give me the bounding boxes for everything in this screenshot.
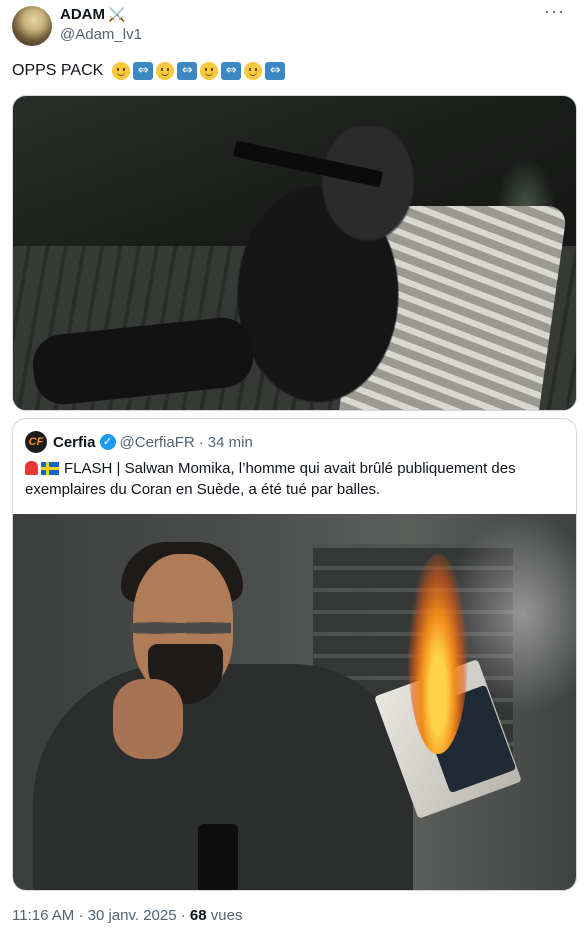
crossed-swords-icon: ⚔️ [108, 6, 126, 22]
tweet-date[interactable]: 30 janv. 2025 [88, 907, 177, 924]
views-label: vues [210, 907, 243, 924]
tweet-text-content: OPPS PACK [12, 62, 104, 79]
left-right-arrow-icon: ⇔ [265, 62, 286, 80]
author-handle[interactable]: @Adam_lv1 [60, 26, 142, 44]
image-phone-on-tripod [198, 824, 238, 890]
tweet-time[interactable]: 11:16 AM [12, 907, 74, 924]
sweden-flag-icon [41, 462, 59, 475]
tweet-text: OPPS PACK ⇔ ⇔ ⇔ ⇔ [12, 60, 286, 82]
quoted-tweet-card[interactable]: CF Cerfia ✓ @CerfiaFR · 34 min FLASH | S… [12, 418, 577, 891]
tweet-header: ADAM ⚔️ @Adam_lv1 ··· [12, 2, 573, 46]
verified-badge-icon: ✓ [99, 434, 116, 450]
slightly-smiling-face-icon [244, 62, 263, 80]
views-count: 68 [189, 907, 207, 924]
left-right-arrow-icon: ⇔ [133, 62, 154, 80]
image-sunglasses [131, 619, 231, 637]
slightly-smiling-face-icon [156, 62, 175, 80]
quoted-author-name[interactable]: Cerfia [53, 434, 96, 451]
dot-separator: · [198, 433, 204, 451]
quoted-tweet-text: FLASH | Salwan Momika, l’homme qui avait… [25, 458, 565, 500]
slightly-smiling-face-icon [200, 62, 219, 80]
author-avatar[interactable] [12, 6, 52, 46]
cerfia-logo-avatar[interactable]: CF [25, 431, 47, 453]
tweet-image-man-in-chair[interactable] [12, 95, 577, 411]
quoted-tweet-header: CF Cerfia ✓ @CerfiaFR · 34 min [25, 431, 253, 453]
slightly-smiling-face-icon [112, 62, 131, 80]
author-display-name[interactable]: ADAM [60, 6, 105, 23]
quoted-tweet-text-content: FLASH | Salwan Momika, l’homme qui avait… [25, 460, 516, 498]
more-options-icon[interactable]: ··· [544, 2, 565, 20]
quoted-tweet-image-burning-book[interactable] [13, 514, 576, 890]
quoted-tweet-time[interactable]: 34 min [208, 434, 253, 451]
left-right-arrow-icon: ⇔ [221, 62, 242, 80]
police-car-light-icon [25, 461, 38, 475]
meta-separator: · [78, 907, 84, 924]
tweet-meta: 11:16 AM · 30 janv. 2025 · 68 vues [12, 906, 242, 926]
author-name-row[interactable]: ADAM ⚔️ [60, 5, 125, 24]
left-right-arrow-icon: ⇔ [177, 62, 198, 80]
image-flames [408, 554, 468, 754]
meta-separator: · [180, 907, 186, 924]
quoted-author-handle[interactable]: @CerfiaFR [120, 434, 195, 451]
image-hand-with-cigar [113, 679, 183, 759]
